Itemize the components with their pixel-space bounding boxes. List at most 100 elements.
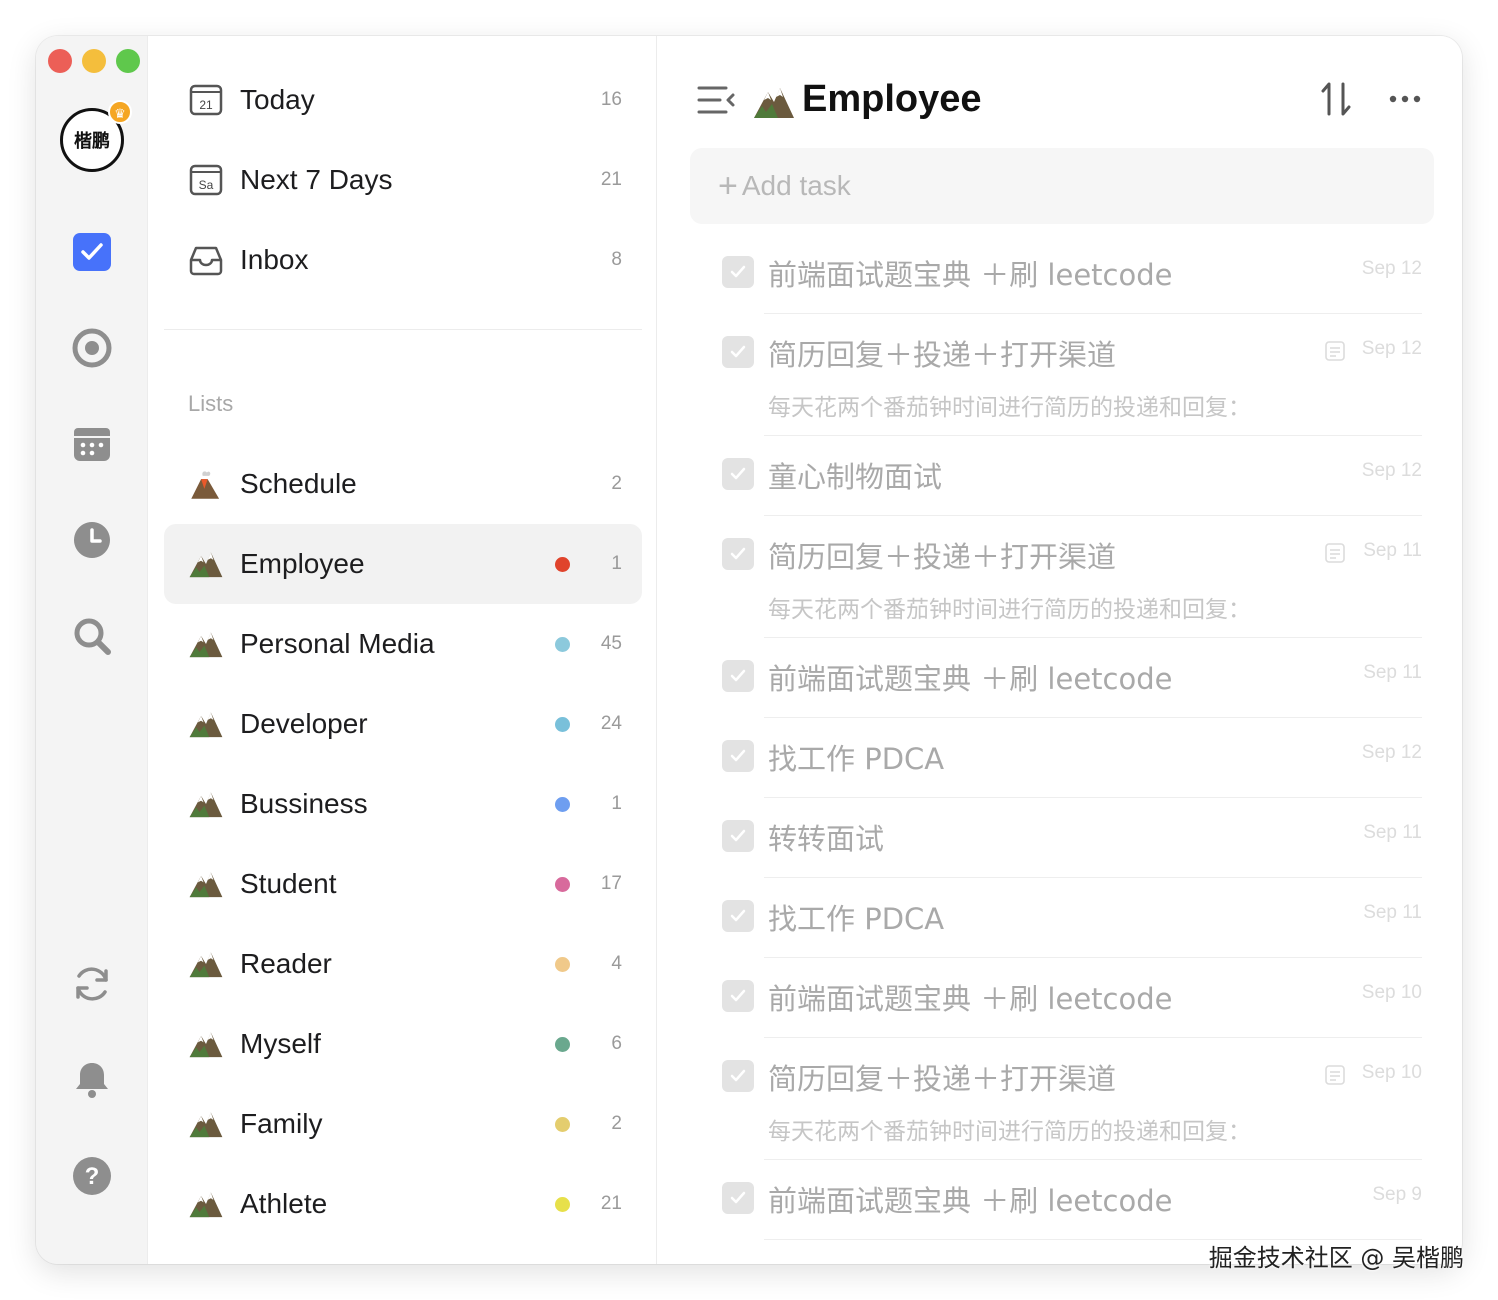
sidebar-item-label: Schedule [240, 468, 357, 499]
mountain-icon [188, 946, 224, 982]
task-due-date: Sep 11 [1363, 662, 1422, 683]
sidebar-item-inbox[interactable]: Inbox 8 [164, 220, 642, 300]
sidebar-item-label: Inbox [240, 244, 309, 275]
task-due-date: Sep 12 [1361, 338, 1422, 359]
sidebar-item-myself[interactable]: Myself 6 [164, 1004, 642, 1084]
task-checkbox[interactable] [722, 538, 754, 570]
sidebar-item-count: 1 [611, 793, 622, 814]
task-list-panel: Employee + Add task 前端面试题宝典 ＋刷 leetcode S… [658, 36, 1462, 1264]
task-checkbox[interactable] [722, 1182, 754, 1214]
task-row[interactable]: 找工作 PDCA Sep 12 [722, 718, 1422, 798]
check-icon [730, 547, 746, 560]
task-checkbox[interactable] [722, 820, 754, 852]
task-due-date: Sep 11 [1363, 902, 1422, 923]
volcano-icon [188, 466, 224, 502]
sidebar-item-label: Athlete [240, 1188, 328, 1219]
task-title: 简历回复＋投递＋打开渠道 [768, 1062, 1117, 1096]
sidebar-item-count: 16 [600, 89, 622, 110]
sidebar-item-label: Bussiness [240, 788, 368, 819]
sidebar-item-schedule[interactable]: Schedule 2 [164, 444, 642, 524]
more-options-icon[interactable] [1384, 78, 1426, 120]
check-icon [730, 989, 746, 1002]
help-button[interactable]: ? [70, 1154, 114, 1198]
sidebar-item-employee[interactable]: Employee 1 [164, 524, 642, 604]
task-row[interactable]: 转转面试 Sep 11 [722, 798, 1422, 878]
window-controls [48, 49, 140, 73]
list-color-dot [555, 636, 570, 652]
calendar-nav-button[interactable] [70, 422, 114, 466]
lists-section-header: Lists [188, 391, 234, 416]
check-icon [730, 749, 746, 762]
task-title: 前端面试题宝典 ＋刷 leetcode [768, 662, 1173, 696]
task-description: 每天花两个番茄钟时间进行简历的投递和回复： [768, 395, 1251, 421]
add-task-placeholder: Add task [741, 170, 851, 201]
task-row[interactable]: 前端面试题宝典 ＋刷 leetcode Sep 11 [722, 638, 1422, 718]
notifications-button[interactable] [70, 1058, 114, 1102]
task-row[interactable]: 找工作 PDCA Sep 11 [722, 878, 1422, 958]
list-color-dot [555, 1196, 570, 1212]
note-icon [1325, 341, 1345, 361]
sync-button[interactable] [70, 962, 114, 1006]
add-task-input[interactable]: + Add task [690, 148, 1434, 224]
focus-circle-icon [72, 328, 112, 368]
sidebar-item-count: 8 [611, 249, 622, 270]
task-row[interactable]: 前端面试题宝典 ＋刷 leetcode Sep 12 [722, 234, 1422, 314]
task-row[interactable]: 简历回复＋投递＋打开渠道 每天花两个番茄钟时间进行简历的投递和回复： Sep 10 [722, 1038, 1422, 1160]
watermark: 掘金技术社区 @ 吴楷鹏 [1208, 1244, 1464, 1272]
help-icon: ? [73, 1157, 111, 1195]
sidebar-item-today[interactable]: 21 Today 16 [164, 60, 642, 140]
mountain-icon [754, 88, 794, 118]
search-icon [74, 618, 111, 655]
mountain-icon [188, 1106, 224, 1142]
zoom-window-button[interactable] [116, 49, 140, 73]
task-title: 简历回复＋投递＋打开渠道 [768, 540, 1117, 574]
task-row[interactable]: 童心制物面试 Sep 12 [722, 436, 1422, 516]
minimize-window-button[interactable] [82, 49, 106, 73]
sidebar-item-label: Myself [240, 1028, 321, 1059]
note-icon [1325, 1065, 1345, 1085]
clock-nav-button[interactable] [70, 518, 114, 562]
task-checkbox[interactable] [722, 458, 754, 490]
sidebar-item-bussiness[interactable]: Bussiness 1 [164, 764, 642, 844]
sidebar-item-next-7-days[interactable]: Sa Next 7 Days 21 [164, 140, 642, 220]
task-title: 前端面试题宝典 ＋刷 leetcode [768, 258, 1173, 292]
mountain-icon [188, 626, 224, 662]
task-checkbox[interactable] [722, 900, 754, 932]
list-color-dot [555, 796, 570, 812]
task-row[interactable]: 前端面试题宝典 ＋刷 leetcode Sep 9 [722, 1160, 1422, 1240]
sidebar-item-count: 17 [600, 873, 622, 894]
sidebar-item-athlete[interactable]: Athlete 21 [164, 1164, 642, 1244]
svg-text:?: ? [85, 1163, 100, 1190]
search-nav-button[interactable] [70, 614, 114, 658]
task-checkbox[interactable] [722, 1060, 754, 1092]
task-title: 前端面试题宝典 ＋刷 leetcode [768, 982, 1173, 1016]
task-due-date: Sep 9 [1372, 1184, 1422, 1205]
task-row[interactable]: 前端面试题宝典 ＋刷 leetcode Sep 10 [722, 958, 1422, 1038]
task-checkbox[interactable] [722, 256, 754, 288]
collapse-sidebar-icon[interactable] [696, 80, 736, 120]
focus-nav-button[interactable] [70, 326, 114, 370]
calendar-week-icon: Sa [188, 162, 224, 198]
tasks-nav-button[interactable] [70, 230, 114, 274]
sort-icon[interactable] [1316, 78, 1358, 120]
task-checkbox[interactable] [722, 336, 754, 368]
task-checkbox[interactable] [722, 980, 754, 1012]
sidebar-item-developer[interactable]: Developer 24 [164, 684, 642, 764]
sidebar-item-student[interactable]: Student 17 [164, 844, 642, 924]
task-row[interactable]: 简历回复＋投递＋打开渠道 每天花两个番茄钟时间进行简历的投递和回复： Sep 12 [722, 314, 1422, 436]
svg-text:21: 21 [199, 98, 213, 112]
sidebar-item-count: 6 [611, 1033, 622, 1054]
sidebar-item-label: Next 7 Days [240, 164, 393, 195]
sidebar-item-personal-media[interactable]: Personal Media 45 [164, 604, 642, 684]
check-icon [730, 1191, 746, 1204]
sidebar-item-family[interactable]: Family 2 [164, 1084, 642, 1164]
task-due-date: Sep 12 [1361, 742, 1422, 763]
close-window-button[interactable] [48, 49, 72, 73]
task-check-icon [73, 233, 111, 271]
task-checkbox[interactable] [722, 740, 754, 772]
task-title: 转转面试 [768, 822, 885, 856]
sidebar-item-reader[interactable]: Reader 4 [164, 924, 642, 1004]
list-color-dot [555, 876, 570, 892]
task-checkbox[interactable] [722, 660, 754, 692]
task-row[interactable]: 简历回复＋投递＋打开渠道 每天花两个番茄钟时间进行简历的投递和回复： Sep 11 [722, 516, 1422, 638]
